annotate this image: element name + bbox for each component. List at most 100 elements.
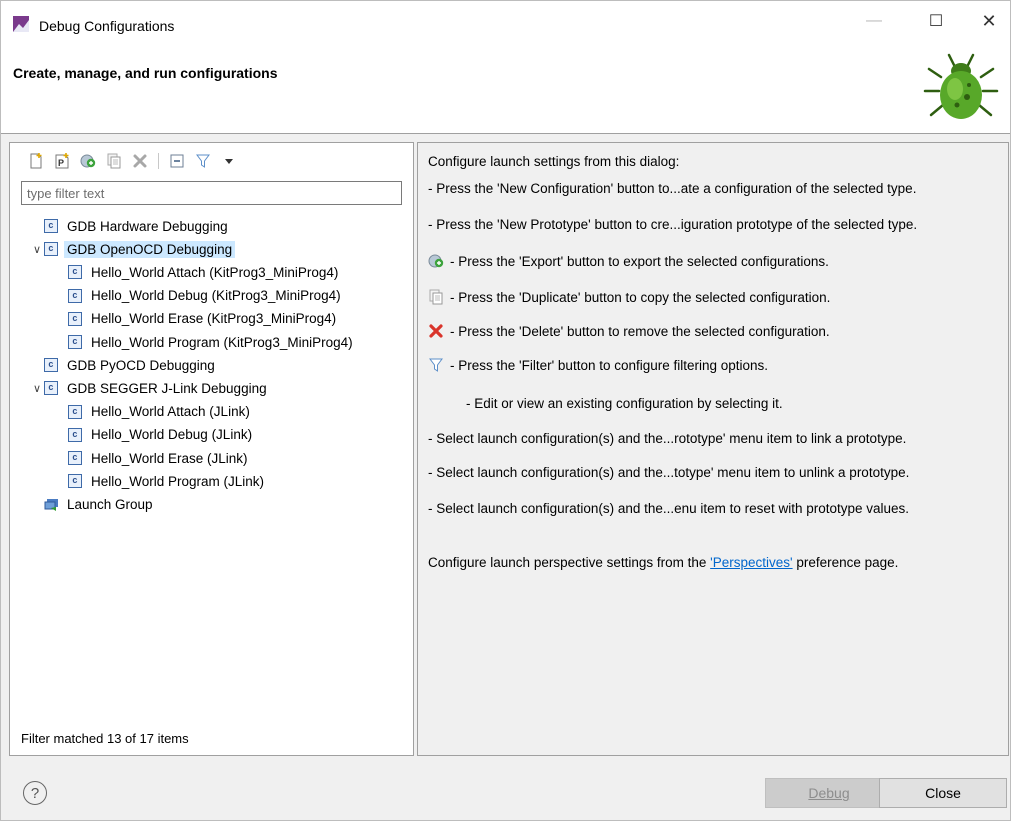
- tree-item-label: GDB PyOCD Debugging: [67, 357, 215, 373]
- tree-category[interactable]: c GDB PyOCD Debugging: [30, 354, 218, 376]
- tree-config-item[interactable]: c Hello_World Erase (JLink): [68, 447, 251, 469]
- filter-input[interactable]: [21, 181, 402, 205]
- c-config-icon: c: [44, 358, 58, 373]
- filter-icon: [196, 154, 210, 168]
- c-config-icon: c: [44, 219, 58, 233]
- export-icon: [80, 154, 96, 168]
- maximize-button[interactable]: ☐: [913, 1, 959, 41]
- duplicate-icon: [428, 289, 444, 305]
- c-config-icon: c: [68, 288, 82, 303]
- export-icon: [428, 253, 444, 269]
- help-line: - Press the 'New Prototype' button to cr…: [428, 217, 917, 232]
- perspectives-link[interactable]: 'Perspectives': [710, 555, 792, 570]
- help-line-text: - Press the 'Export' button to export th…: [450, 253, 829, 269]
- new-prototype-icon: P: [55, 153, 69, 169]
- tree-item-label: GDB SEGGER J-Link Debugging: [67, 380, 267, 396]
- app-icon: [13, 16, 29, 32]
- tree-config-item[interactable]: c Hello_World Attach (JLink): [68, 401, 253, 423]
- tree-item-label: Hello_World Attach (JLink): [91, 404, 250, 420]
- debug-button-label: Debug: [808, 785, 850, 801]
- help-intro: Configure launch settings from this dial…: [428, 154, 680, 169]
- tree-config-item[interactable]: c Hello_World Debug (KitProg3_MiniProg4): [68, 285, 344, 307]
- filter-icon: [428, 357, 444, 373]
- tree-item-label: Hello_World Attach (KitProg3_MiniProg4): [91, 264, 339, 280]
- new-configuration-button[interactable]: [26, 152, 46, 170]
- c-config-icon: c: [68, 404, 82, 419]
- help-line: - Edit or view an existing configuration…: [428, 395, 783, 411]
- help-line: - Select launch configuration(s) and the…: [428, 465, 909, 480]
- delete-icon: [428, 323, 444, 339]
- duplicate-icon: [107, 153, 121, 169]
- help-line: - Select launch configuration(s) and the…: [428, 501, 909, 516]
- c-config-icon: c: [68, 427, 82, 442]
- debug-configurations-dialog: Debug Configurations — ☐ ✕ Create, manag…: [0, 0, 1011, 821]
- help-line-text: - Select launch configuration(s) and the…: [428, 501, 910, 516]
- c-config-icon: c: [68, 474, 82, 489]
- page-title: Create, manage, and run configurations: [13, 65, 278, 81]
- tree-item-label: GDB OpenOCD Debugging: [64, 240, 236, 258]
- help-panel: Configure launch settings from this dial…: [417, 142, 1009, 756]
- help-line-text: - Press the 'New Configuration' button t…: [428, 181, 917, 196]
- window-title: Debug Configurations: [39, 18, 175, 34]
- tree-config-item[interactable]: c Hello_World Program (JLink): [68, 470, 267, 492]
- help-line: - Press the 'Duplicate' button to copy t…: [428, 289, 830, 305]
- config-toolbar: P: [26, 151, 239, 171]
- help-line: - Select launch configuration(s) and the…: [428, 431, 906, 446]
- help-line: - Press the 'New Configuration' button t…: [428, 181, 916, 196]
- help-line: - Press the 'Export' button to export th…: [428, 253, 829, 269]
- c-config-icon: c: [68, 451, 82, 465]
- help-line: - Press the 'Delete' button to remove th…: [428, 323, 830, 339]
- tree-category[interactable]: ∨ c GDB OpenOCD Debugging: [30, 238, 236, 260]
- help-line-text: - Press the 'Filter' button to configure…: [450, 357, 769, 373]
- collapse-all-icon: [170, 154, 184, 168]
- help-line-text: - Select launch configuration(s) and the…: [428, 431, 907, 446]
- c-config-icon: c: [44, 242, 58, 257]
- tree-category[interactable]: Launch Group: [30, 493, 156, 515]
- tree-item-label: GDB Hardware Debugging: [67, 218, 228, 234]
- tree-item-label: Hello_World Program (JLink): [91, 473, 265, 489]
- tree-config-item[interactable]: c Hello_World Erase (KitProg3_MiniProg4): [68, 308, 339, 330]
- tree-item-label: Launch Group: [67, 496, 153, 512]
- tree-config-item[interactable]: c Hello_World Debug (JLink): [68, 424, 255, 446]
- tree-config-item[interactable]: c Hello_World Attach (KitProg3_MiniProg4): [68, 261, 341, 283]
- tree-config-item[interactable]: c Hello_World Program (KitProg3_MiniProg4…: [68, 331, 356, 353]
- delete-button[interactable]: [130, 152, 150, 170]
- close-window-button[interactable]: ✕: [966, 1, 1011, 41]
- duplicate-button[interactable]: [104, 152, 124, 170]
- help-line-text: - Press the 'Delete' button to remove th…: [450, 323, 830, 339]
- debug-button[interactable]: Debug: [765, 778, 893, 808]
- help-line-text: - Edit or view an existing configuration…: [466, 395, 783, 411]
- perspectives-suffix: preference page.: [792, 555, 899, 570]
- tree-item-label: Hello_World Debug (JLink): [91, 427, 253, 443]
- help-button[interactable]: ?: [23, 781, 47, 805]
- tree-category[interactable]: c GDB Hardware Debugging: [30, 215, 231, 237]
- export-button[interactable]: [78, 152, 98, 170]
- launch-group-icon: [44, 496, 60, 512]
- help-line-text: - Press the 'New Prototype' button to cr…: [428, 217, 918, 232]
- header-banner: Create, manage, and run configurations: [1, 41, 1010, 134]
- delete-icon: [133, 154, 147, 168]
- tree-category[interactable]: ∨ c GDB SEGGER J-Link Debugging: [30, 377, 270, 399]
- help-line-text: - Select launch configuration(s) and the…: [428, 465, 910, 480]
- c-config-icon: c: [68, 335, 82, 349]
- chevron-down-icon[interactable]: ∨: [30, 382, 44, 395]
- configuration-tree-panel: P type filter text c GDB Hardware Debugg…: [9, 142, 414, 756]
- view-menu-button[interactable]: [219, 152, 239, 170]
- filter-button[interactable]: [193, 152, 213, 170]
- close-button[interactable]: Close: [879, 778, 1007, 808]
- help-line-text: - Press the 'Duplicate' button to copy t…: [450, 289, 831, 305]
- debug-bug-icon: [923, 53, 999, 119]
- new-prototype-button[interactable]: P: [52, 152, 72, 170]
- perspectives-prefix: Configure launch perspective settings fr…: [428, 555, 711, 570]
- c-config-icon: c: [68, 265, 82, 280]
- minimize-button[interactable]: —: [851, 1, 897, 41]
- collapse-all-button[interactable]: [167, 152, 187, 170]
- help-line: - Press the 'Filter' button to configure…: [428, 357, 768, 373]
- tree-item-label: Hello_World Debug (KitProg3_MiniProg4): [91, 288, 341, 304]
- chevron-down-icon[interactable]: ∨: [30, 243, 44, 256]
- filter-status: Filter matched 13 of 17 items: [21, 731, 189, 746]
- title-bar: Debug Configurations — ☐ ✕: [1, 1, 1010, 41]
- toolbar-separator: [158, 153, 159, 169]
- tree-item-label: Hello_World Erase (JLink): [91, 450, 248, 466]
- c-config-icon: c: [44, 381, 58, 396]
